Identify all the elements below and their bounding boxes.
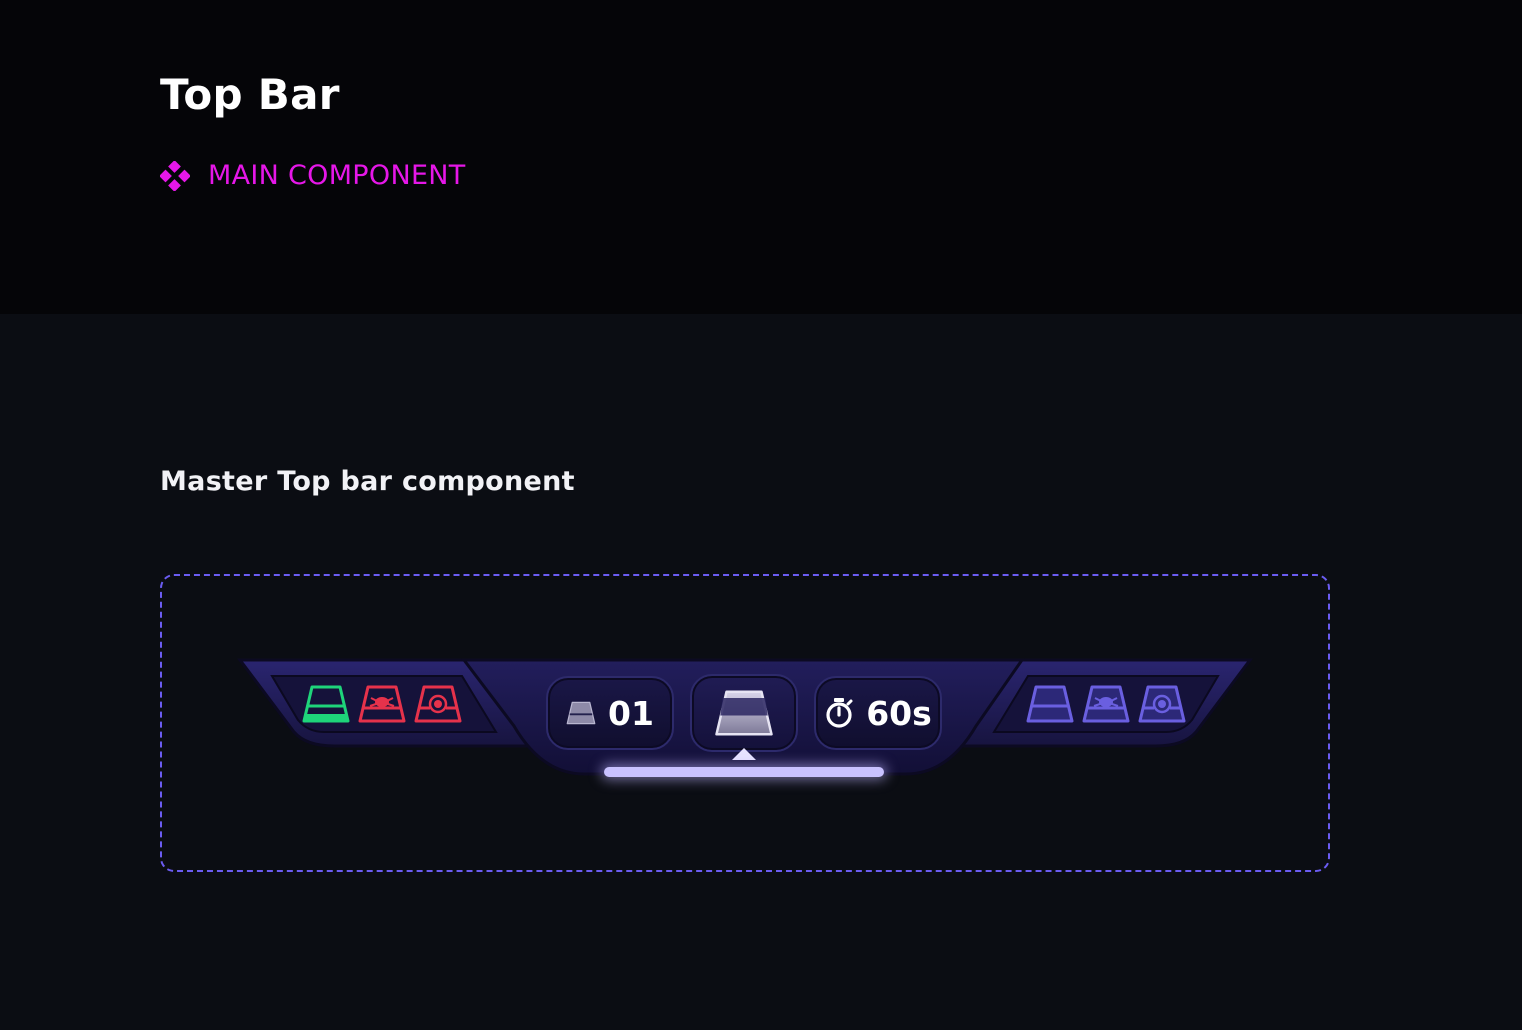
center-indicator [690,674,798,752]
right-team-icon-1 [1026,684,1074,724]
timer-value: 60s [866,693,932,733]
left-team-icon-1 [302,684,350,724]
header-section: Top Bar MAIN COMPONENT [0,0,1522,314]
page-title: Top Bar [160,70,340,119]
active-pad-icon [715,690,773,736]
component-tag: MAIN COMPONENT [160,160,466,191]
pad-icon [566,701,596,725]
right-team-icon-3 [1138,684,1186,724]
spider-pad-icon [1082,685,1130,723]
right-team-icon-2 [1082,684,1130,724]
center-caret [732,748,756,760]
base-pad-icon [302,685,350,723]
spider-pad-icon [358,685,406,723]
progress-indicator [604,767,884,777]
left-team-icon-2 [358,684,406,724]
component-label: MAIN COMPONENT [208,160,466,191]
stopwatch-icon [826,698,853,728]
left-team-icon-3 [414,684,462,724]
timer: 60s [814,676,942,750]
top-bar: 01 60s [236,656,1254,786]
round-counter-value: 01 [608,693,654,733]
target-pad-icon [1138,685,1186,723]
target-pad-icon [414,685,462,723]
base-pad-icon [1026,685,1074,723]
section-title: Master Top bar component [160,466,575,497]
component-icon [160,160,190,191]
round-counter: 01 [546,676,674,750]
